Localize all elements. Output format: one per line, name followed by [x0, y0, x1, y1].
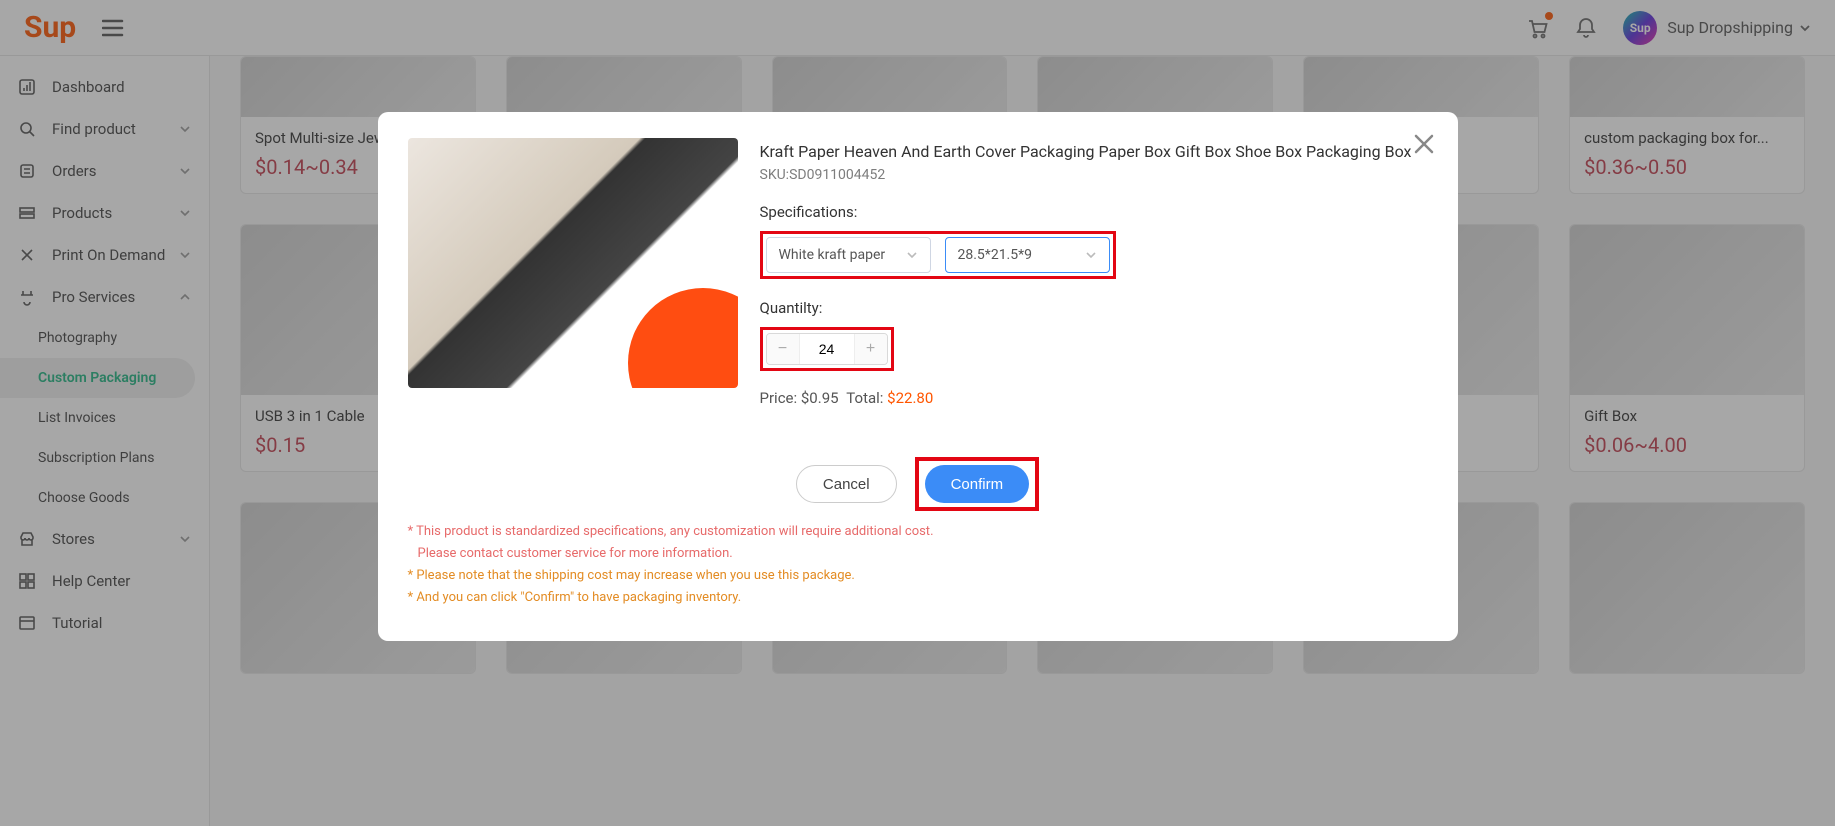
total-label: Total: — [846, 389, 883, 407]
qty-decrement-button[interactable]: − — [767, 334, 799, 364]
cancel-button[interactable]: Cancel — [796, 465, 897, 503]
spec-select-size[interactable]: 28.5*21.5*9 — [945, 237, 1110, 273]
notice-line-1a: * This product is standardized specifica… — [408, 524, 934, 539]
modal-actions: Cancel Confirm — [408, 457, 1428, 511]
spec-selects-highlight: White kraft paper 28.5*21.5*9 — [760, 231, 1116, 279]
modal-price-line: Price: $0.95 Total: $22.80 — [760, 389, 1428, 407]
modal-overlay[interactable]: Kraft Paper Heaven And Earth Cover Packa… — [0, 0, 1835, 826]
quantity-stepper: − + — [766, 333, 888, 365]
spec-material-value: White kraft paper — [779, 247, 886, 263]
modal-notices: * This product is standardized specifica… — [408, 521, 1428, 609]
notice-line-2: * Please note that the shipping cost may… — [408, 565, 1428, 587]
qty-highlight: − + — [760, 327, 894, 371]
price-label: Price: — [760, 389, 798, 407]
qty-label: Quantilty: — [760, 299, 1428, 317]
packaging-modal: Kraft Paper Heaven And Earth Cover Packa… — [378, 112, 1458, 641]
price-value: $0.95 — [801, 389, 839, 407]
confirm-button[interactable]: Confirm — [925, 465, 1030, 503]
sku-label: SKU: — [760, 167, 790, 183]
spec-select-material[interactable]: White kraft paper — [766, 237, 931, 273]
close-icon[interactable] — [1412, 132, 1436, 156]
spec-size-value: 28.5*21.5*9 — [958, 247, 1033, 263]
qty-input[interactable] — [799, 334, 855, 364]
modal-title: Kraft Paper Heaven And Earth Cover Packa… — [760, 142, 1428, 161]
chevron-down-icon — [906, 249, 918, 261]
sku-value: SD0911004452 — [789, 167, 885, 183]
confirm-highlight: Confirm — [915, 457, 1040, 511]
modal-product-image — [408, 138, 738, 388]
notice-line-3: * And you can click "Confirm" to have pa… — [408, 587, 1428, 609]
modal-sku: SKU:SD0911004452 — [760, 167, 1428, 183]
chevron-down-icon — [1085, 249, 1097, 261]
notice-line-1b: Please contact customer service for more… — [418, 546, 733, 561]
total-value: $22.80 — [887, 389, 933, 407]
qty-increment-button[interactable]: + — [855, 334, 887, 364]
spec-label: Specifications: — [760, 203, 1428, 221]
